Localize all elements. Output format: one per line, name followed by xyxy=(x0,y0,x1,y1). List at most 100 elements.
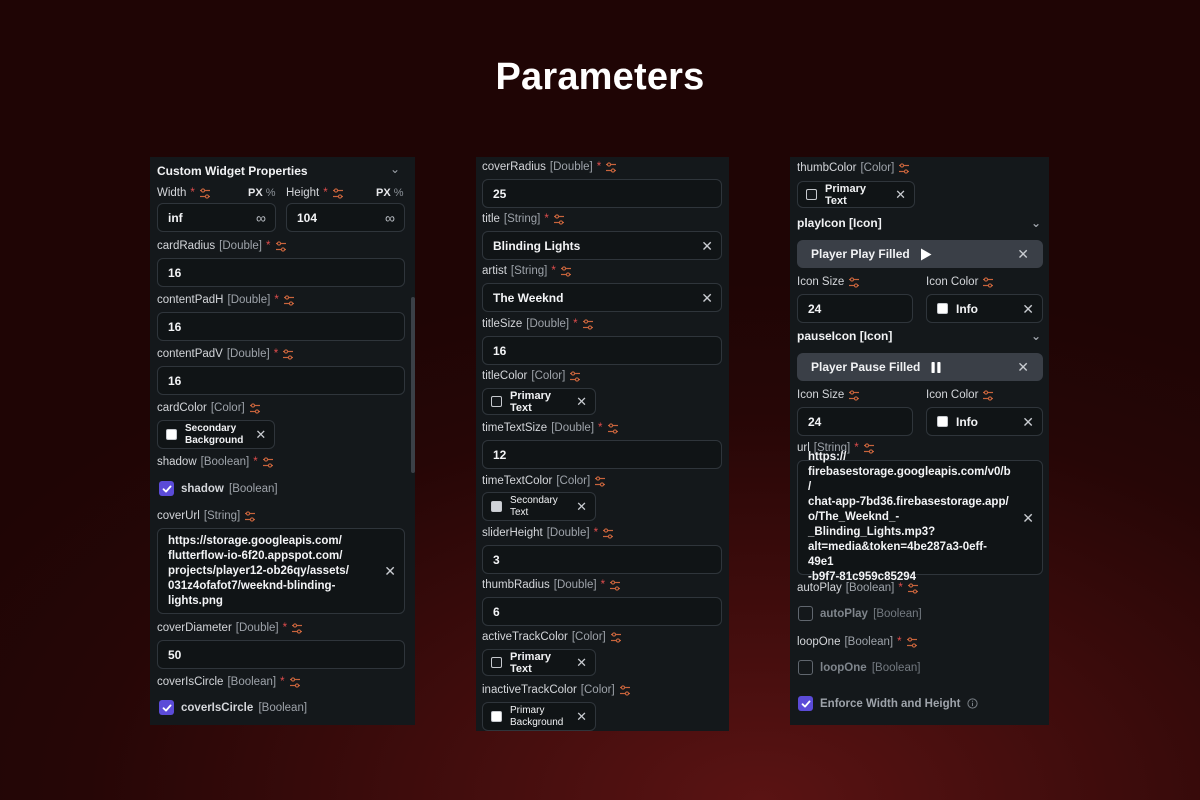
tune-icon[interactable] xyxy=(982,277,994,288)
tune-icon[interactable] xyxy=(907,583,919,594)
height-input[interactable]: 104 ∞ xyxy=(286,203,405,232)
coverUrl-input[interactable]: https://storage.googleapis.com/ flutterf… xyxy=(157,528,405,614)
titleSize-input[interactable]: 16 xyxy=(482,336,722,365)
info-icon[interactable] xyxy=(967,698,979,709)
tune-icon[interactable] xyxy=(199,188,211,199)
infinity-icon[interactable]: ∞ xyxy=(256,210,266,226)
pauseIcon-picker[interactable]: Player Pause Filled ✕ xyxy=(797,353,1043,381)
pause-icon-color-picker[interactable]: Info ✕ xyxy=(926,407,1043,436)
activeTrackColor-chip[interactable]: Primary Text ✕ xyxy=(482,649,596,676)
title-input[interactable]: Blinding Lights ✕ xyxy=(482,231,722,260)
pauseIcon-value: Player Pause Filled xyxy=(811,360,921,374)
playIcon-picker[interactable]: Player Play Filled ✕ xyxy=(797,240,1043,268)
coverDiameter-input[interactable]: 50 xyxy=(157,640,405,669)
width-unit-toggle[interactable]: PX% xyxy=(248,187,275,199)
close-icon[interactable]: ✕ xyxy=(1022,511,1034,525)
checkbox-checked-icon[interactable] xyxy=(798,696,813,711)
infinity-icon[interactable]: ∞ xyxy=(385,210,395,226)
tune-icon[interactable] xyxy=(332,188,344,199)
coverIsCircle-checkbox[interactable]: coverIsCircle [Boolean] xyxy=(159,700,307,715)
pauseIcon-section-header[interactable]: pauseIcon [Icon] ⌄ xyxy=(797,329,1041,343)
timeTextSize-label: timeTextSize [Double] * xyxy=(482,422,619,434)
url-input[interactable]: https:// firebasestorage.googleapis.com/… xyxy=(797,451,1043,583)
tune-icon[interactable] xyxy=(291,623,303,634)
timeTextColor-chip[interactable]: Secondary Text ✕ xyxy=(482,492,596,521)
loopOne-checkbox[interactable]: loopOne [Boolean] xyxy=(798,660,920,675)
tune-icon[interactable] xyxy=(906,637,918,648)
chevron-down-icon[interactable]: ⌄ xyxy=(1031,216,1041,230)
coverUrl-value: https://storage.googleapis.com/ flutterf… xyxy=(168,534,349,607)
thumbRadius-input[interactable]: 6 xyxy=(482,597,722,626)
cardRadius-value: 16 xyxy=(168,265,182,280)
sliderHeight-input[interactable]: 3 xyxy=(482,545,722,574)
chevron-down-icon[interactable]: ⌄ xyxy=(390,162,400,176)
scrollbar[interactable] xyxy=(411,297,415,473)
enforce-width-height-checkbox[interactable]: Enforce Width and Height xyxy=(798,696,979,711)
tune-icon[interactable] xyxy=(283,295,295,306)
autoPlay-checkbox[interactable]: autoPlay [Boolean] xyxy=(798,606,922,621)
checkbox-checked-icon[interactable] xyxy=(159,700,174,715)
tune-icon[interactable] xyxy=(275,241,287,252)
close-icon[interactable]: ✕ xyxy=(1022,302,1034,316)
checkbox-checked-icon[interactable] xyxy=(159,481,174,496)
checkbox-unchecked-icon[interactable] xyxy=(798,660,813,675)
close-icon[interactable]: ✕ xyxy=(576,395,587,408)
tune-icon[interactable] xyxy=(289,677,301,688)
close-icon[interactable]: ✕ xyxy=(701,239,713,253)
playIcon-section-header[interactable]: playIcon [Icon] ⌄ xyxy=(797,216,1041,230)
tune-icon[interactable] xyxy=(560,266,572,277)
close-icon[interactable]: ✕ xyxy=(701,291,713,305)
chevron-down-icon[interactable]: ⌄ xyxy=(1031,329,1041,343)
tune-icon[interactable] xyxy=(244,511,256,522)
close-icon[interactable]: ✕ xyxy=(1022,415,1034,429)
tune-icon[interactable] xyxy=(619,685,631,696)
coverRadius-input[interactable]: 25 xyxy=(482,179,722,208)
play-icon-size-input[interactable]: 24 xyxy=(797,294,913,323)
cardColor-chip[interactable]: Secondary Background ✕ xyxy=(157,420,275,449)
pause-icon-size-input[interactable]: 24 xyxy=(797,407,913,436)
tune-icon[interactable] xyxy=(249,403,261,414)
tune-icon[interactable] xyxy=(848,277,860,288)
tune-icon[interactable] xyxy=(582,319,594,330)
custom-widget-properties-panel: Custom Widget Properties ⌄ Width * PX% He… xyxy=(150,157,415,725)
tune-icon[interactable] xyxy=(262,457,274,468)
thumbColor-chip[interactable]: Primary Text ✕ xyxy=(797,181,915,208)
close-icon[interactable]: ✕ xyxy=(255,428,266,441)
shadow-checkbox[interactable]: shadow [Boolean] xyxy=(159,481,278,496)
tune-icon[interactable] xyxy=(848,390,860,401)
contentPadV-input[interactable]: 16 xyxy=(157,366,405,395)
tune-icon[interactable] xyxy=(602,528,614,539)
close-icon[interactable]: ✕ xyxy=(895,188,906,201)
tune-icon[interactable] xyxy=(594,476,606,487)
checkbox-unchecked-icon[interactable] xyxy=(798,606,813,621)
close-icon[interactable]: ✕ xyxy=(576,656,587,669)
timeTextSize-input[interactable]: 12 xyxy=(482,440,722,469)
contentPadH-input[interactable]: 16 xyxy=(157,312,405,341)
artist-input[interactable]: The Weeknd ✕ xyxy=(482,283,722,312)
tune-icon[interactable] xyxy=(569,371,581,382)
height-unit-toggle[interactable]: PX% xyxy=(376,187,403,199)
cardColor-value: Secondary Background xyxy=(185,422,244,446)
close-icon[interactable]: ✕ xyxy=(1017,360,1029,374)
tune-icon[interactable] xyxy=(607,423,619,434)
close-icon[interactable]: ✕ xyxy=(576,710,587,723)
play-icon-color-picker[interactable]: Info ✕ xyxy=(926,294,1043,323)
close-icon[interactable]: ✕ xyxy=(576,500,587,513)
tune-icon[interactable] xyxy=(610,632,622,643)
close-icon[interactable]: ✕ xyxy=(384,564,396,578)
tune-icon[interactable] xyxy=(982,390,994,401)
titleColor-chip[interactable]: Primary Text ✕ xyxy=(482,388,596,415)
pause-icon-size-value: 24 xyxy=(808,414,822,429)
tune-icon[interactable] xyxy=(898,163,910,174)
inactiveTrackColor-chip[interactable]: Primary Background ✕ xyxy=(482,702,596,731)
coverRadius-value: 25 xyxy=(493,186,507,201)
width-input[interactable]: inf ∞ xyxy=(157,203,276,232)
parameters-panel-middle: coverRadius [Double] * 25 title [String] *… xyxy=(476,157,729,731)
cardRadius-input[interactable]: 16 xyxy=(157,258,405,287)
activeTrackColor-value: Primary Text xyxy=(510,650,551,675)
tune-icon[interactable] xyxy=(553,214,565,225)
close-icon[interactable]: ✕ xyxy=(1017,247,1029,261)
tune-icon[interactable] xyxy=(609,580,621,591)
tune-icon[interactable] xyxy=(605,162,617,173)
tune-icon[interactable] xyxy=(282,349,294,360)
